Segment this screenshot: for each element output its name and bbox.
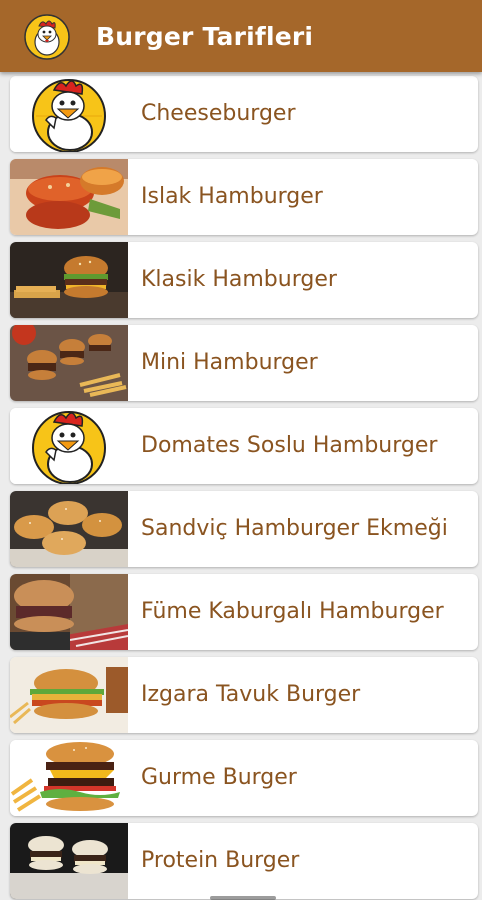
smoked-rib-burger-photo [10, 574, 128, 650]
recipe-item-klasik-hamburger[interactable]: Klasik Hamburger [10, 242, 478, 318]
burger-buns-photo [10, 491, 128, 567]
recipe-label: Izgara Tavuk Burger [141, 682, 361, 707]
recipe-item-fume-kaburgali-hamburger[interactable]: Füme Kaburgalı Hamburger [10, 574, 478, 650]
recipe-item-izgara-tavuk-burger[interactable]: Izgara Tavuk Burger [10, 657, 478, 733]
recipe-item-mini-hamburger[interactable]: Mini Hamburger [10, 325, 478, 401]
recipe-label: Domates Soslu Hamburger [141, 433, 438, 458]
recipe-item-protein-burger[interactable]: Protein Burger [10, 823, 478, 899]
chicken-chef-logo-icon [10, 408, 128, 484]
recipe-label: Gurme Burger [141, 765, 297, 790]
gourmet-burger-photo [10, 740, 128, 816]
recipe-item-islak-hamburger[interactable]: Islak Hamburger [10, 159, 478, 235]
chicken-chef-logo-icon [24, 14, 70, 60]
recipe-label: Klasik Hamburger [141, 267, 337, 292]
recipe-label: Protein Burger [141, 848, 300, 873]
recipe-item-domates-soslu-hamburger[interactable]: Domates Soslu Hamburger [10, 408, 478, 484]
recipe-label: Sandviç Hamburger Ekmeği [141, 516, 448, 541]
recipe-label: Cheeseburger [141, 101, 296, 126]
chicken-chef-logo-icon [10, 76, 128, 152]
app-bar: Burger Tarifleri [0, 0, 482, 72]
recipe-label: Mini Hamburger [141, 350, 318, 375]
recipe-item-gurme-burger[interactable]: Gurme Burger [10, 740, 478, 816]
wet-burger-photo [10, 159, 128, 235]
app-title: Burger Tarifleri [96, 22, 314, 51]
classic-burger-photo [10, 242, 128, 318]
grilled-chicken-burger-photo [10, 657, 128, 733]
recipe-item-sandvic-hamburger-ekmegi[interactable]: Sandviç Hamburger Ekmeği [10, 491, 478, 567]
protein-burger-photo [10, 823, 128, 899]
recipe-label: Islak Hamburger [141, 184, 323, 209]
recipe-item-cheeseburger[interactable]: Cheeseburger [10, 76, 478, 152]
gesture-bar [210, 896, 276, 900]
recipe-label: Füme Kaburgalı Hamburger [141, 599, 444, 624]
mini-burgers-photo [10, 325, 128, 401]
